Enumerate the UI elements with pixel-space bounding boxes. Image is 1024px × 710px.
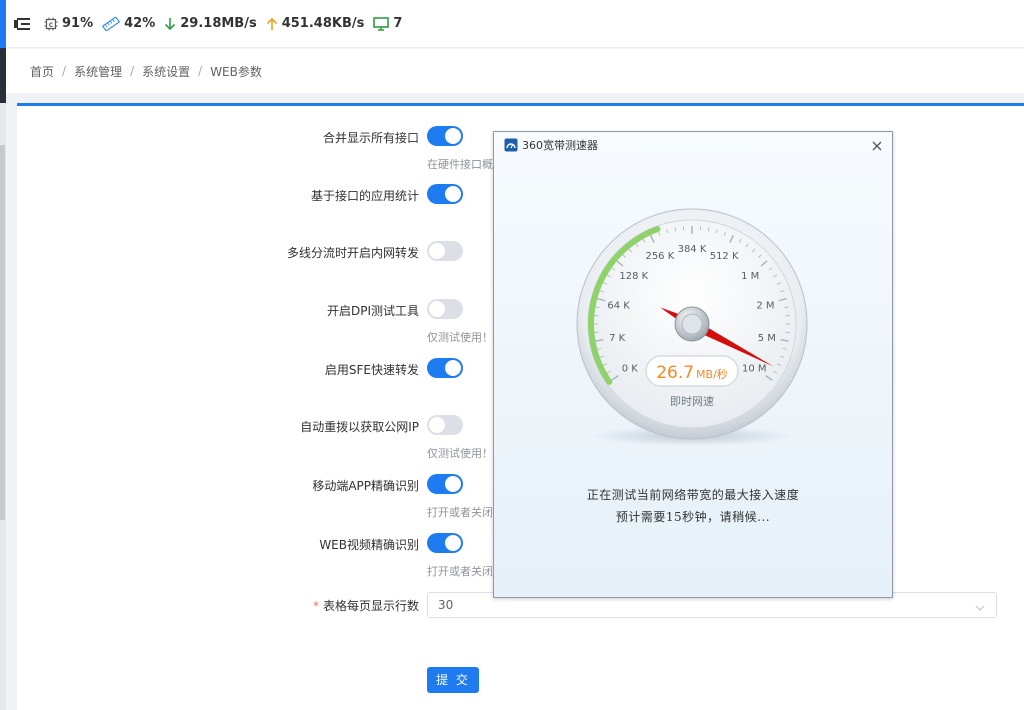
arrow-up-icon [266,17,278,31]
speedtest-title: 360宽带测速器 [522,139,598,152]
required-mark: * [312,599,319,613]
memory-stat: 42% [102,16,155,31]
gauge-scale-label: 2 M [756,300,774,311]
breadcrumb-system-management[interactable]: 系统管理 [74,63,122,80]
setting-hint: 仅测试使用！ [427,447,493,460]
monitor-icon [373,16,390,31]
breadcrumb-separator: / [198,64,203,78]
gauge-scale-label: 5 M [758,333,776,344]
toggle-dpi-tool[interactable] [427,299,463,319]
setting-hint: 打开或者关闭 [427,565,493,578]
breadcrumb-separator: / [62,64,67,78]
speedtest-titlebar: 360宽带测速器 [494,132,892,158]
gauge-scale-label: 384 K [678,244,707,255]
speedtest-dialog: 360宽带测速器 0 K 7 K 64 K 128 K 256 K 384 K … [493,131,893,598]
toggle-sfe-forwarding[interactable] [427,358,463,378]
setting-label: 开启DPI测试工具 [326,304,419,318]
toggle-auto-redial[interactable] [427,415,463,435]
speedtest-message-line2: 预计需要15秒钟，请稍候... [615,510,771,524]
gauge-scale-label: 7 K [609,333,626,344]
download-stat: 29.18MB/s [164,16,257,31]
setting-label: 合并显示所有接口 [322,131,419,145]
setting-label: 启用SFE快速转发 [324,363,419,377]
toggle-mobile-app-recognition[interactable] [427,474,463,494]
breadcrumb-web-params: WEB参数 [210,64,262,79]
gauge-scale-label: 10 M [742,364,767,375]
gauge-scale-label: 64 K [607,300,630,311]
setting-hint: 在硬件接口概 [427,158,493,171]
gauge-scale-label: 512 K [710,251,739,262]
cpu-value: 91% [62,16,94,31]
left-sidebar-edge [0,0,6,710]
setting-label: WEB视频精确识别 [319,538,419,552]
terminals-value: 7 [393,16,403,31]
memory-value: 42% [124,16,156,31]
speed-gauge: 0 K 7 K 64 K 128 K 256 K 384 K512 K1 M 2 M 5 M 1… [576,208,808,446]
toggle-merge-interfaces[interactable] [427,126,463,146]
breadcrumb: 首页 / 系统管理 / 系统设置 / WEB参数 [6,49,1024,93]
breadcrumb-home[interactable]: 首页 [30,63,54,80]
gauge-scale-label: 1 M [741,271,759,282]
setting-label: 基于接口的应用统计 [310,189,419,203]
toggle-lan-forwarding[interactable] [427,241,463,261]
menu-toggle-icon[interactable] [14,17,30,31]
breadcrumb-separator: / [130,64,135,78]
setting-label: 移动端APP精确识别 [312,479,419,493]
upload-stat: 451.48KB/s [266,16,365,31]
cpu-stat: C 91% [44,16,93,31]
memory-icon [102,16,121,31]
download-value: 29.18MB/s [180,16,257,31]
scrollbar-thumb[interactable] [0,145,5,520]
setting-label: 自动重拨以获取公网IP [300,420,419,434]
setting-label: 多线分流时开启内网转发 [286,246,419,260]
rows-per-page-label: * 表格每页显示行数 [313,597,419,614]
setting-hint: 仅测试使用！ [427,331,493,344]
setting-hint: 打开或者关闭 [427,506,493,519]
gauge-hub-inner [681,313,703,335]
top-header: C 91% 42% 29.18MB/s 451.48KB/s 7 [6,0,1024,48]
submit-button[interactable]: 提 交 [427,667,479,693]
cpu-icon: C [44,17,58,31]
speed-value: 26.7 [656,363,694,383]
breadcrumb-system-settings[interactable]: 系统设置 [142,63,190,80]
speedtest-logo-icon [504,138,518,152]
toggle-interface-app-stats[interactable] [427,184,463,204]
terminals-stat: 7 [373,16,402,31]
speed-unit: MB/秒 [696,367,728,381]
svg-text:C: C [49,22,54,29]
gauge-scale-label: 0 K [622,364,639,375]
upload-value: 451.48KB/s [281,16,365,31]
arrow-down-icon [164,17,176,31]
gauge-scale-label: 128 K [619,271,648,282]
close-icon[interactable] [870,138,884,152]
gauge-scale-label: 256 K [645,251,674,262]
rows-per-page-value: 30 [438,598,454,612]
toggle-web-video-recognition[interactable] [427,533,463,553]
rows-per-page-text: 表格每页显示行数 [322,599,419,613]
speedtest-message-line1: 正在测试当前网络带宽的最大接入速度 [586,488,800,502]
chevron-down-icon [974,598,986,622]
speed-caption: 即时网速 [670,395,714,408]
